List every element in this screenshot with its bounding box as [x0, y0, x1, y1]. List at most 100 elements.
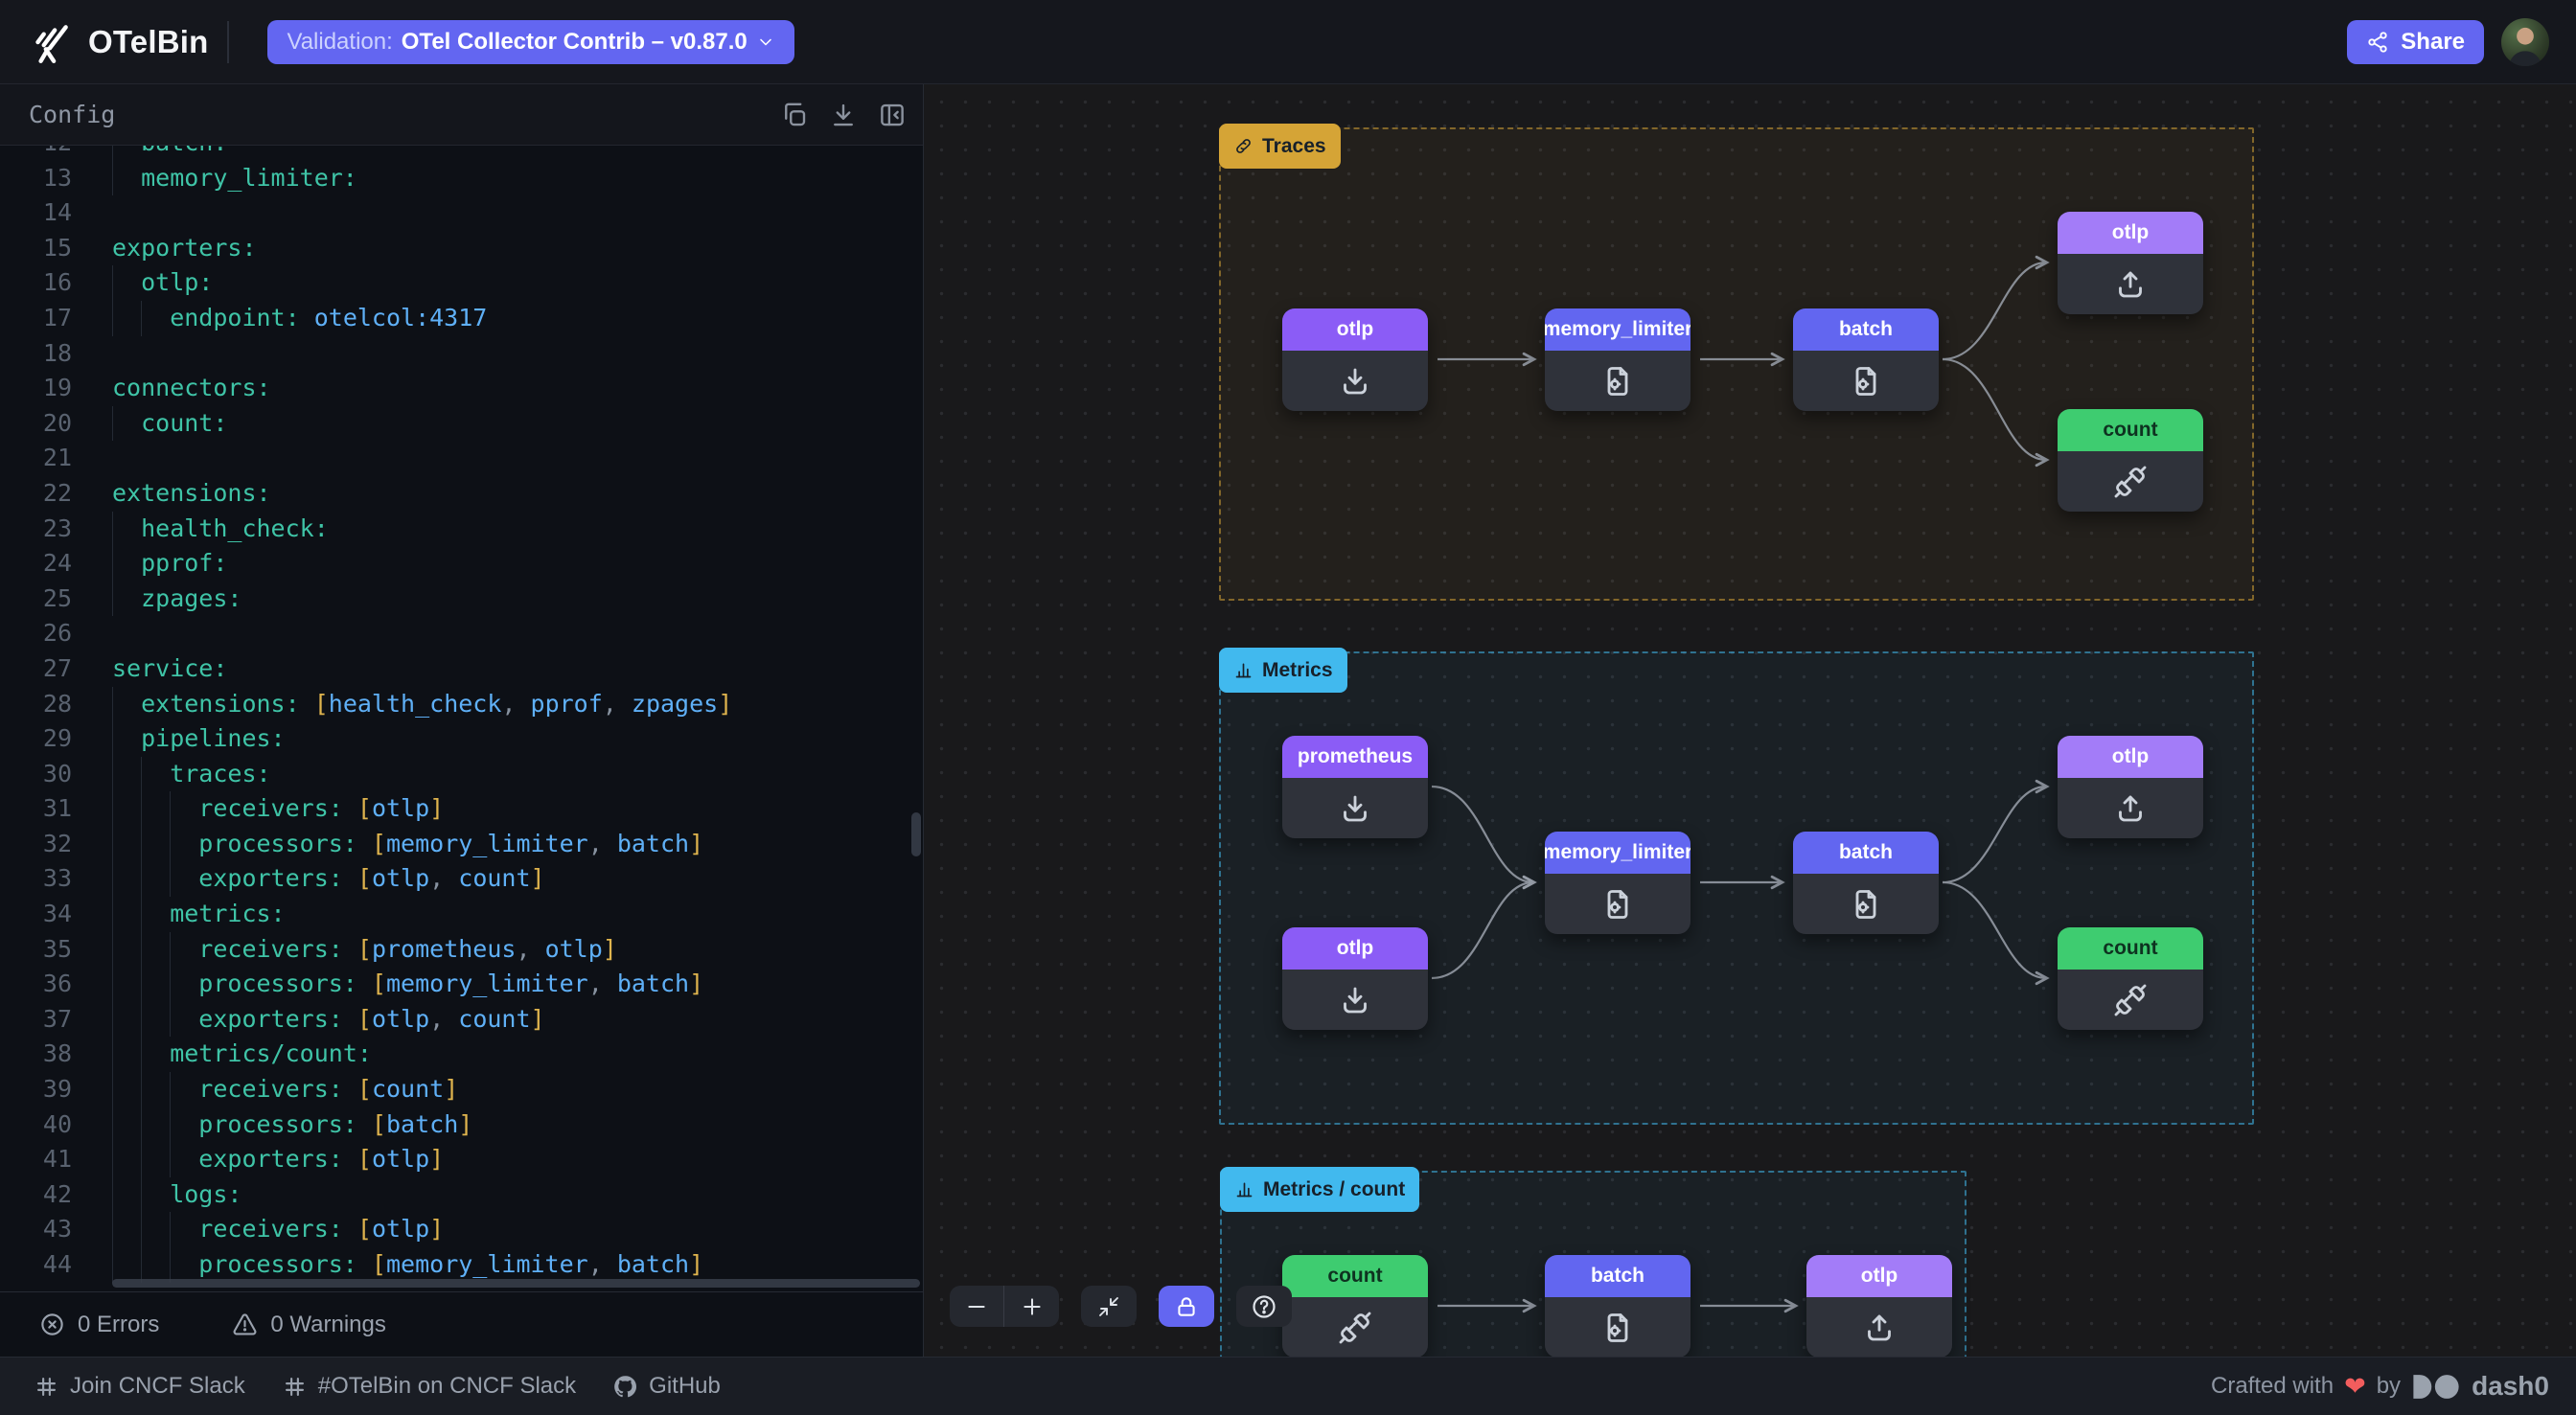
indent-guide: [112, 1212, 113, 1247]
indent-guide: [170, 1142, 171, 1177]
code-token: exporters:: [112, 234, 257, 262]
header-divider: [227, 21, 229, 63]
code-token: receivers:: [198, 1075, 357, 1103]
pipeline-section-metrics: Metrics: [1219, 651, 2254, 1125]
indent-guide: [112, 1107, 113, 1143]
connector-node-count[interactable]: count: [1282, 1255, 1428, 1357]
indent-guide: [170, 1072, 171, 1107]
connector-node-count[interactable]: count: [2058, 409, 2203, 512]
fit-view-button[interactable]: [1081, 1286, 1137, 1327]
footer: Join CNCF Slack #OTelBin on CNCF Slack Git…: [0, 1357, 2576, 1415]
indent-guide: [112, 827, 113, 862]
upload-tray-icon: [2113, 791, 2148, 826]
lock-button[interactable]: [1159, 1286, 1214, 1327]
copy-button[interactable]: [780, 101, 809, 129]
vertical-scrollbar[interactable]: [911, 812, 921, 856]
node-label: count: [2058, 409, 2203, 451]
share-button[interactable]: Share: [2347, 20, 2484, 64]
line-number: 13: [0, 161, 72, 196]
line-number: 24: [0, 546, 72, 582]
processor-node-batch[interactable]: batch: [1793, 832, 1939, 934]
code-line: 36processors: [memory_limiter, batch]: [0, 967, 923, 1002]
indent-guide: [170, 932, 171, 968]
code-line: 35receivers: [prometheus, otlp]: [0, 932, 923, 968]
code-line-content: batch:: [112, 146, 923, 161]
help-button[interactable]: [1236, 1286, 1292, 1327]
line-number: 31: [0, 791, 72, 827]
code-token: connectors:: [112, 374, 271, 401]
horizontal-scrollbar[interactable]: [112, 1279, 920, 1288]
receiver-node-prometheus[interactable]: prometheus: [1282, 736, 1428, 838]
code-line: 38metrics/count:: [0, 1037, 923, 1072]
footer-link[interactable]: #OTelBin on CNCF Slack: [282, 1373, 576, 1400]
code-token: logs:: [170, 1180, 242, 1208]
status-bar: 0 Errors0 Warnings: [0, 1291, 923, 1357]
code-line: 16otlp:: [0, 265, 923, 301]
exporter-node-otlp[interactable]: otlp: [2058, 736, 2203, 838]
indent-guide: [170, 791, 171, 827]
indent-guide: [112, 1247, 113, 1283]
node-label: count: [2058, 927, 2203, 970]
code-token: ]: [689, 830, 703, 857]
zoom-out-button[interactable]: [950, 1286, 1004, 1327]
code-line: 39receivers: [count]: [0, 1072, 923, 1107]
download-button[interactable]: [829, 101, 858, 129]
exporter-node-otlp[interactable]: otlp: [1806, 1255, 1952, 1357]
code-line: 14: [0, 195, 923, 231]
file-process-icon: [1849, 364, 1883, 399]
user-avatar[interactable]: [2501, 18, 2549, 66]
code-token: pprof:: [141, 549, 227, 577]
processor-node-batch[interactable]: batch: [1545, 1255, 1690, 1357]
line-number: 21: [0, 441, 72, 476]
code-token: ]: [718, 690, 732, 718]
connector-node-count[interactable]: count: [2058, 927, 2203, 1030]
indent-guide: [141, 1107, 142, 1143]
validation-select[interactable]: Validation: OTel Collector Contrib – v0.…: [267, 20, 794, 64]
indent-guide: [112, 1142, 113, 1177]
pipeline-graph-canvas[interactable]: Tracesotlpmemory_limiterbatchotlpcountMe…: [923, 84, 2576, 1357]
line-number: 22: [0, 476, 72, 512]
footer-link-label: Join CNCF Slack: [70, 1373, 245, 1400]
receiver-node-otlp[interactable]: otlp: [1282, 308, 1428, 411]
footer-link[interactable]: GitHub: [612, 1373, 721, 1400]
node-body: [1282, 351, 1428, 411]
chevron-down-icon: [756, 33, 775, 52]
copy-icon: [780, 101, 809, 129]
code-line: 40processors: [batch]: [0, 1107, 923, 1143]
processor-node-memory_limiter[interactable]: memory_limiter: [1545, 832, 1690, 934]
code-token: ]: [689, 970, 703, 997]
collapse-panel-button[interactable]: [878, 101, 907, 129]
processor-node-memory_limiter[interactable]: memory_limiter: [1545, 308, 1690, 411]
code-token: metrics:: [170, 900, 285, 927]
code-token: ]: [531, 1005, 545, 1033]
node-label: otlp: [2058, 212, 2203, 254]
yaml-code-editor[interactable]: 12batch:13memory_limiter:1415exporters:1…: [0, 146, 923, 1291]
indent-guide: [112, 861, 113, 897]
code-line-content: service:: [112, 651, 923, 687]
line-number: 20: [0, 406, 72, 442]
node-label: otlp: [1282, 308, 1428, 351]
indent-guide: [170, 967, 171, 1002]
node-body: [1545, 874, 1690, 934]
panel-collapse-icon: [878, 101, 907, 129]
minus-icon: [964, 1294, 989, 1319]
section-name: Traces: [1262, 135, 1326, 158]
code-token: health_check:: [141, 514, 329, 542]
code-line-content: memory_limiter:: [112, 161, 923, 196]
receiver-node-otlp[interactable]: otlp: [1282, 927, 1428, 1030]
code-line: 20count:: [0, 406, 923, 442]
line-number: 27: [0, 651, 72, 687]
fit-view-icon: [1097, 1295, 1120, 1318]
slack-icon: [282, 1374, 308, 1400]
zoom-in-button[interactable]: [1004, 1286, 1059, 1327]
node-label: batch: [1793, 832, 1939, 874]
code-token: [: [357, 1005, 372, 1033]
processor-node-batch[interactable]: batch: [1793, 308, 1939, 411]
footer-link[interactable]: Join CNCF Slack: [34, 1373, 245, 1400]
node-label: otlp: [1282, 927, 1428, 970]
code-token: exporters:: [198, 1005, 357, 1033]
node-body: [2058, 778, 2203, 838]
code-line-content: pipelines:: [112, 721, 923, 757]
link-icon: [1233, 136, 1254, 156]
exporter-node-otlp[interactable]: otlp: [2058, 212, 2203, 314]
